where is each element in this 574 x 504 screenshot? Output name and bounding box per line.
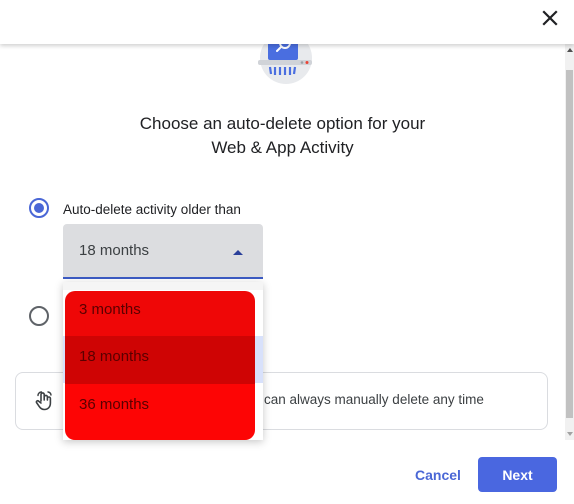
scroll-down-arrow-icon[interactable] — [567, 432, 573, 436]
period-dropdown-menu: 3 months 18 months 36 months — [63, 282, 263, 440]
content-scrollbar[interactable] — [565, 44, 574, 440]
scrollbar-thumb[interactable] — [566, 70, 573, 418]
dialog-header — [0, 0, 574, 44]
menu-item-label: 3 months — [79, 301, 141, 318]
scroll-up-arrow-icon[interactable] — [567, 48, 573, 52]
menu-item-36-months[interactable]: 36 months — [65, 384, 255, 440]
close-button[interactable] — [538, 6, 562, 30]
menu-top-padding — [63, 282, 263, 290]
shredder-search-clock-illustration — [258, 44, 312, 84]
next-button[interactable]: Next — [478, 457, 557, 492]
info-text: can always manually delete any time — [264, 392, 484, 407]
radio-auto-delete[interactable] — [29, 198, 49, 218]
radio-dont-auto-delete[interactable] — [29, 306, 49, 326]
menu-item-label: 36 months — [79, 396, 150, 413]
menu-item-3-months[interactable]: 3 months — [65, 291, 255, 336]
close-icon — [542, 10, 558, 26]
auto-delete-period-select[interactable]: 18 months — [63, 224, 263, 279]
title-line-1: Choose an auto-delete option for your — [139, 114, 426, 133]
auto-delete-option-label: Auto-delete activity older than — [63, 202, 241, 217]
dialog-footer: Cancel Next — [0, 440, 574, 504]
dialog-title: Choose an auto-delete option for your We… — [0, 112, 565, 160]
caret-up-icon — [233, 250, 243, 255]
menu-items-overlay: 3 months 18 months 36 months — [65, 291, 255, 440]
menu-item-18-months[interactable]: 18 months — [65, 336, 255, 384]
select-value: 18 months — [79, 242, 150, 259]
hand-pointer-icon — [35, 391, 52, 411]
menu-item-label: 18 months — [79, 348, 150, 365]
title-line-2: Web & App Activity — [211, 138, 354, 157]
cancel-button[interactable]: Cancel — [404, 457, 472, 491]
auto-delete-dialog: Choose an auto-delete option for your We… — [0, 0, 574, 504]
